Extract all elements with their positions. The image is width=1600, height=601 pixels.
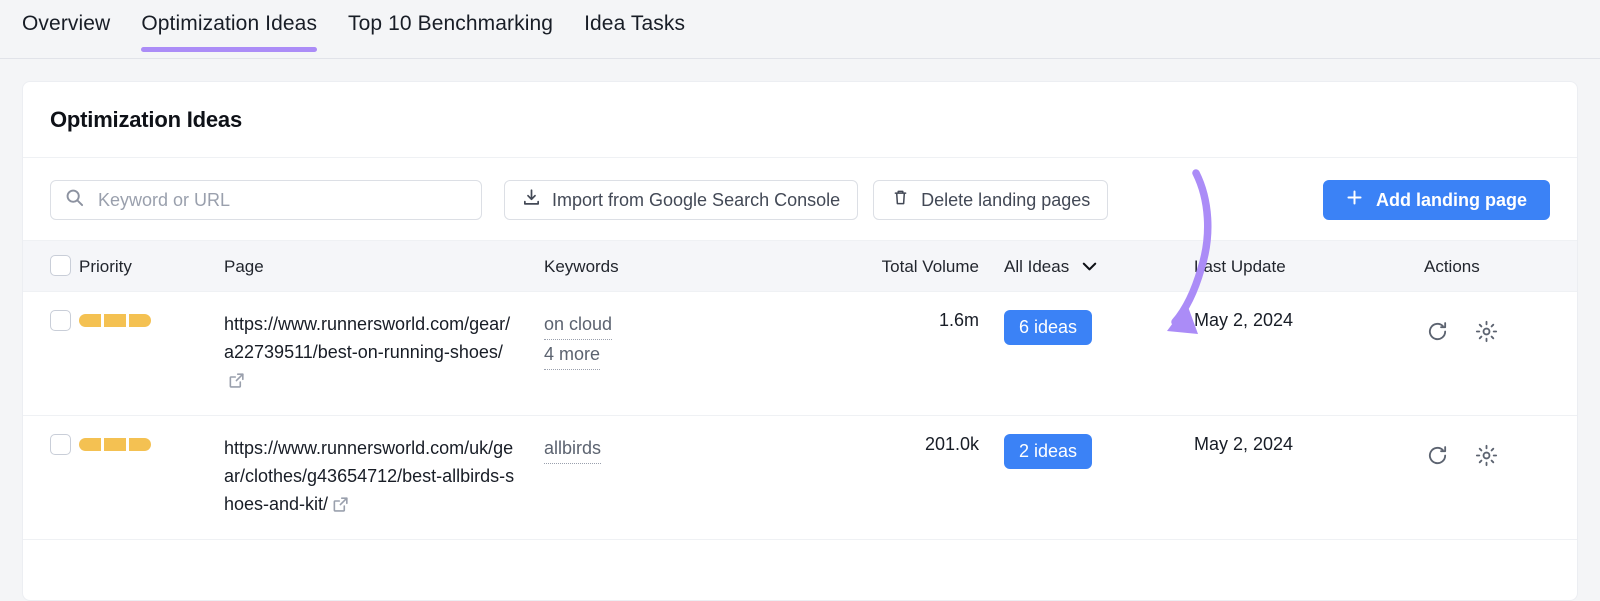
- priority-segment: [104, 438, 126, 451]
- actions-cell: [1424, 291, 1577, 416]
- priority-segment: [79, 314, 101, 327]
- priority-segment: [104, 314, 126, 327]
- last-update-cell: May 2, 2024: [1194, 415, 1424, 540]
- row-actions: [1424, 310, 1577, 343]
- row-select-cell: [23, 291, 79, 416]
- select-all-checkbox[interactable]: [50, 255, 71, 276]
- download-icon: [522, 188, 541, 212]
- priority-cell: [79, 415, 224, 540]
- header-keywords[interactable]: Keywords: [544, 240, 854, 292]
- page-url-value: https://www.runnersworld.com/gear/a22739…: [224, 314, 511, 362]
- tab-idea-tasks[interactable]: Idea Tasks: [584, 0, 685, 52]
- tab-top-10-benchmarking[interactable]: Top 10 Benchmarking: [348, 0, 553, 52]
- external-link-icon[interactable]: [332, 493, 349, 521]
- page-url-value: https://www.runnersworld.com/uk/gear/clo…: [224, 438, 515, 514]
- keywords-cell: on cloud 4 more: [544, 291, 854, 416]
- row-checkbox[interactable]: [50, 434, 71, 455]
- add-landing-page-button[interactable]: Add landing page: [1323, 180, 1550, 220]
- header-actions: Actions: [1424, 240, 1577, 292]
- total-volume-cell: 201.0k: [854, 415, 979, 540]
- search-box[interactable]: [50, 180, 482, 220]
- add-button-label: Add landing page: [1376, 189, 1527, 210]
- keyword-chip[interactable]: on cloud: [544, 310, 613, 340]
- import-from-google-search-console-button[interactable]: Import from Google Search Console: [504, 180, 859, 220]
- row-actions: [1424, 434, 1577, 467]
- header-total-volume[interactable]: Total Volume: [854, 240, 979, 292]
- delete-button-label: Delete landing pages: [921, 189, 1091, 210]
- row-checkbox[interactable]: [50, 310, 71, 331]
- header-last-update[interactable]: Last Update: [1194, 240, 1424, 292]
- page-url-text[interactable]: https://www.runnersworld.com/gear/a22739…: [224, 310, 516, 397]
- header-priority[interactable]: Priority: [79, 240, 224, 292]
- page-title: Optimization Ideas: [23, 82, 1577, 158]
- optimization-ideas-card: Optimization Ideas Keyword or URL Import…: [22, 81, 1578, 601]
- page-url-text[interactable]: https://www.runnersworld.com/uk/gear/clo…: [224, 434, 516, 521]
- priority-segment: [129, 314, 151, 327]
- toolbar: Import from Google Search Console Delete…: [23, 158, 1577, 240]
- optimization-ideas-table: Priority Page Keywords Total Volume All …: [23, 240, 1577, 540]
- refresh-icon[interactable]: [1426, 320, 1449, 343]
- row-select-cell: [23, 415, 79, 540]
- table-row: https://www.runnersworld.com/gear/a22739…: [23, 291, 1577, 416]
- import-button-label: Import from Google Search Console: [552, 189, 841, 210]
- priority-segment: [129, 438, 151, 451]
- ideas-cell: 2 ideas: [979, 415, 1194, 540]
- external-link-icon[interactable]: [228, 369, 245, 397]
- priority-segment: [79, 438, 101, 451]
- ideas-filter-label: All Ideas: [1004, 257, 1070, 276]
- search-icon: [65, 188, 84, 212]
- priority-indicator: [79, 438, 224, 451]
- page-cell: https://www.runnersworld.com/uk/gear/clo…: [224, 415, 544, 540]
- last-update-cell: May 2, 2024: [1194, 291, 1424, 416]
- actions-cell: [1424, 415, 1577, 540]
- priority-indicator: [79, 314, 224, 327]
- total-volume-cell: 1.6m: [854, 291, 979, 416]
- table-row: https://www.runnersworld.com/uk/gear/clo…: [23, 415, 1577, 540]
- header-ideas-filter[interactable]: All Ideas: [979, 240, 1194, 292]
- trash-icon: [891, 188, 910, 212]
- tab-overview[interactable]: Overview: [22, 0, 110, 52]
- table-header-row: Priority Page Keywords Total Volume All …: [23, 240, 1577, 292]
- priority-cell: [79, 291, 224, 416]
- gear-icon[interactable]: [1475, 320, 1498, 343]
- tab-optimization-ideas[interactable]: Optimization Ideas: [141, 0, 317, 52]
- refresh-icon[interactable]: [1426, 444, 1449, 467]
- plus-icon: [1346, 189, 1363, 211]
- keyword-chip[interactable]: allbirds: [544, 434, 602, 464]
- keywords-cell: allbirds: [544, 415, 854, 540]
- header-page[interactable]: Page: [224, 240, 544, 292]
- ideas-cell: 6 ideas: [979, 291, 1194, 416]
- delete-landing-pages-button[interactable]: Delete landing pages: [873, 180, 1109, 220]
- ideas-badge[interactable]: 2 ideas: [1004, 434, 1093, 469]
- gear-icon[interactable]: [1475, 444, 1498, 467]
- search-input[interactable]: [96, 188, 467, 212]
- page-cell: https://www.runnersworld.com/gear/a22739…: [224, 291, 544, 416]
- tab-bar: Overview Optimization Ideas Top 10 Bench…: [0, 0, 1600, 59]
- ideas-badge[interactable]: 6 ideas: [1004, 310, 1093, 345]
- select-all-header: [23, 240, 79, 292]
- chevron-down-icon[interactable]: [1082, 256, 1097, 275]
- keywords-more-link[interactable]: 4 more: [544, 340, 601, 370]
